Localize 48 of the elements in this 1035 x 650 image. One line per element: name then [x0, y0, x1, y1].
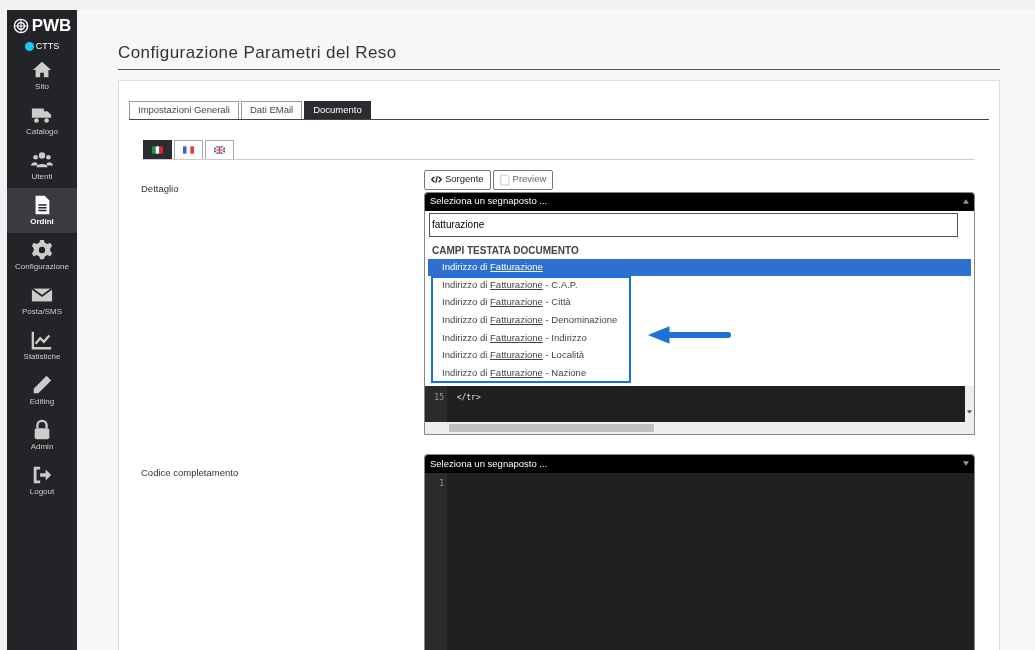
- dropdown-option[interactable]: Indirizzo di Fatturazione - Denominazione: [428, 311, 971, 329]
- page-icon: [499, 173, 510, 186]
- nav-item[interactable]: Sito: [7, 53, 77, 98]
- tab[interactable]: Documento: [304, 100, 371, 119]
- flag-icon: [214, 145, 225, 154]
- tab[interactable]: Dati EMail: [240, 100, 303, 119]
- nav-item[interactable]: Admin: [7, 413, 77, 458]
- logo[interactable]: PWB: [31, 13, 72, 39]
- dropdown-option[interactable]: Indirizzo di Fatturazione - Indirizzo: [428, 328, 971, 347]
- code-icon: [431, 175, 442, 184]
- field-label: Codice completamento: [140, 465, 240, 480]
- pencil-icon: [31, 374, 53, 396]
- nav-item[interactable]: Utenti: [7, 143, 77, 188]
- code-line: </tr>: [455, 391, 482, 403]
- caret-icon: [963, 461, 969, 467]
- placeholder-select[interactable]: Seleziona un segnaposto ...: [425, 454, 974, 473]
- chart-icon: [31, 329, 53, 351]
- caret-icon: [963, 199, 969, 204]
- status-label: CTTS: [35, 39, 60, 53]
- logout-icon: [31, 464, 53, 486]
- source-button[interactable]: Sorgente: [424, 169, 491, 190]
- flag-icon: [152, 145, 163, 154]
- group-heading: CAMPI TESTATA DOCUMENTO: [431, 243, 580, 258]
- nav-item[interactable]: Configurazione: [7, 233, 77, 278]
- scroll-down-icon[interactable]: [967, 409, 972, 414]
- line-number: 1: [439, 477, 444, 489]
- dropdown-option[interactable]: Indirizzo di Fatturazione - Città: [428, 293, 971, 312]
- settings-icon: [31, 239, 53, 261]
- dropdown-option[interactable]: Indirizzo di Fatturazione - Località: [428, 346, 971, 365]
- field-label: Dettaglio: [140, 181, 180, 196]
- nav-item[interactable]: Logout: [7, 458, 77, 503]
- page-title: Configurazione Parametri del Reso: [118, 40, 1000, 70]
- preview-button[interactable]: Preview: [492, 169, 554, 190]
- line-number: 15: [434, 391, 444, 403]
- logo-icon: [12, 17, 29, 34]
- search-field[interactable]: fatturazione: [429, 212, 958, 237]
- placeholder-select[interactable]: Seleziona un segnaposto ...: [425, 192, 974, 211]
- flag-icon: [183, 145, 194, 154]
- nav-item[interactable]: Posta/SMS: [7, 278, 77, 323]
- language-tab[interactable]: [143, 139, 172, 159]
- nav-item[interactable]: Statistiche: [7, 323, 77, 368]
- dropdown-option[interactable]: Indirizzo di Fatturazione: [428, 258, 971, 277]
- dropdown-option[interactable]: Indirizzo di Fatturazione - Nazione: [428, 364, 971, 382]
- nav-item[interactable]: Editing: [7, 368, 77, 413]
- nav-item[interactable]: Ordini: [7, 188, 77, 233]
- nav-item[interactable]: Catalogo: [7, 98, 77, 143]
- dropdown-option[interactable]: Indirizzo di Fatturazione - C.A.P.: [428, 276, 971, 294]
- tab[interactable]: Impostazioni Generali: [129, 100, 239, 119]
